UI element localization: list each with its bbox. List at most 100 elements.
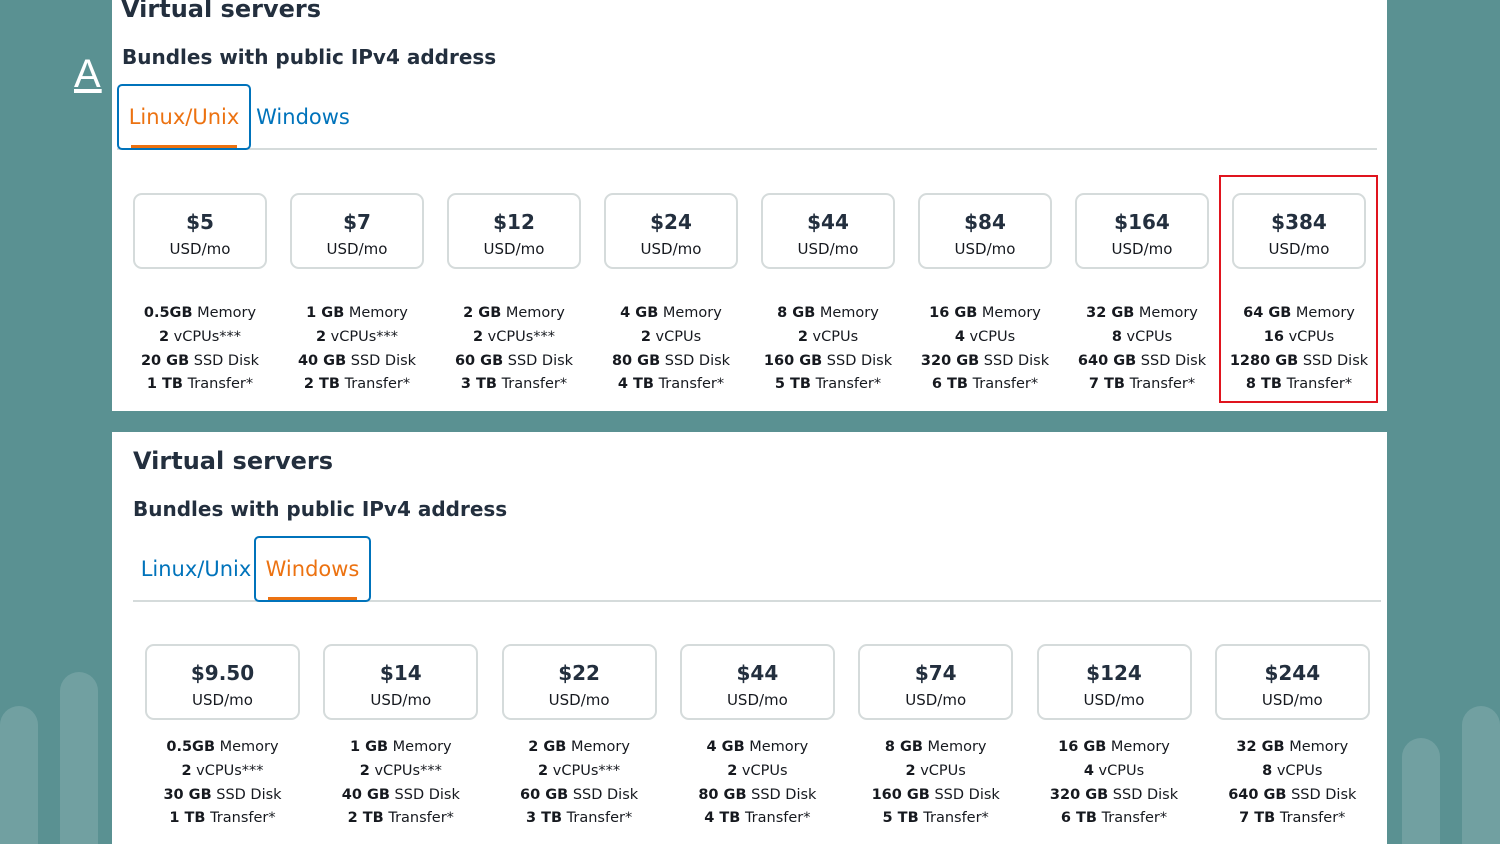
plan-price-card[interactable]: $244 USD/mo (1214, 644, 1370, 720)
plan-specs: 8 GB Memory 2 vCPUs 160 GB SSD Disk 5 TB Tr… (846, 736, 1025, 831)
plan-vcpus: 4 vCPUs (906, 326, 1064, 350)
plan-memory: 4 GB Memory (668, 736, 847, 760)
plan-price-unit: USD/mo (548, 691, 610, 709)
plan-transfer: 3 TB Transfer* (435, 373, 593, 397)
plan-disk: 60 GB SSD Disk (435, 350, 593, 374)
plan-price-card[interactable]: $5 USD/mo (133, 193, 267, 269)
os-tabs: Linux/Unix Windows (117, 84, 1377, 150)
plan-memory: 0.5GB Memory (121, 302, 279, 326)
tab-windows[interactable]: Windows (254, 536, 371, 602)
plan-price-card[interactable]: $164 USD/mo (1075, 193, 1209, 269)
plan-transfer-label: Transfer* (744, 810, 811, 827)
plan-disk-label: SSD Disk (934, 786, 1000, 803)
plan-disk-value: 80 GB (698, 786, 747, 803)
plan-price-card[interactable]: $12 USD/mo (447, 193, 581, 269)
plan-vcpus-value: 2 (181, 762, 192, 779)
plan-price-unit: USD/mo (1261, 691, 1323, 709)
plan-vcpus-label: vCPUs (920, 762, 966, 779)
plan-price-card[interactable]: $14 USD/mo (323, 644, 479, 720)
plan-disk: 40 GB SSD Disk (311, 784, 490, 808)
plan-transfer-value: 1 TB (169, 810, 206, 827)
plan-specs: 0.5GB Memory 2 vCPUs*** 20 GB SSD Disk 1 TB… (121, 302, 279, 397)
plan-memory: 2 GB Memory (435, 302, 593, 326)
plan-disk-label: SSD Disk (507, 352, 574, 369)
plan-memory-label: Memory (505, 305, 565, 321)
plan-transfer-value: 3 TB (525, 810, 563, 827)
plan-memory: 1 GB Memory (278, 302, 436, 326)
plan-memory: 32 GB Memory (1203, 736, 1382, 760)
tab-linux-unix[interactable]: Linux/Unix (138, 536, 254, 602)
plan-specs: 16 GB Memory 4 vCPUs 320 GB SSD Disk 6 TB T… (1025, 736, 1204, 831)
plan-disk: 30 GB SSD Disk (133, 784, 312, 808)
plan-disk-label: SSD Disk (1140, 352, 1207, 369)
plan-price-unit: USD/mo (726, 691, 788, 709)
plan-transfer: 1 TB Transfer* (133, 807, 312, 831)
plan-transfer-value: 4 TB (617, 376, 654, 393)
plan-price: $124 (1086, 661, 1142, 685)
highlight-box (1219, 175, 1378, 403)
plan-memory-label: Memory (749, 739, 809, 755)
plan-disk-value: 60 GB (454, 352, 504, 369)
plan-price-card[interactable]: $124 USD/mo (1036, 644, 1192, 720)
plan-disk: 80 GB SSD Disk (592, 350, 750, 374)
plan-price-card[interactable]: $24 USD/mo (604, 193, 738, 269)
tab-linux-unix[interactable]: Linux/Unix (117, 84, 251, 150)
plan-disk-value: 40 GB (297, 352, 347, 369)
plan-vcpus-value: 2 (472, 328, 484, 345)
plan-vcpus-label: vCPUs*** (487, 328, 556, 345)
plan-memory-value: 8 GB (777, 305, 816, 321)
plan-price-card[interactable]: $7 USD/mo (290, 193, 424, 269)
plan-price-card[interactable]: $84 USD/mo (918, 193, 1052, 269)
plan-memory-label: Memory (1138, 305, 1198, 321)
plan-memory-label: Memory (662, 305, 722, 321)
plan-disk: 320 GB SSD Disk (906, 350, 1064, 374)
plan-memory: 32 GB Memory (1063, 302, 1221, 326)
plan-vcpus-value: 4 (954, 328, 965, 345)
plan-memory-value: 32 GB (1236, 739, 1285, 755)
plan-memory-value: 32 GB (1086, 305, 1135, 321)
plan-vcpus-label: vCPUs*** (330, 328, 399, 345)
plan-memory: 16 GB Memory (1025, 736, 1204, 760)
plan-transfer-label: Transfer* (566, 810, 633, 827)
plan-specs: 2 GB Memory 2 vCPUs*** 60 GB SSD Disk 3 TB … (490, 736, 669, 831)
plan-price: $44 (807, 210, 849, 234)
plan-disk: 80 GB SSD Disk (668, 784, 847, 808)
plan-memory-value: 16 GB (1058, 739, 1107, 755)
plan-vcpus-label: vCPUs (812, 328, 859, 345)
plan-transfer: 7 TB Transfer* (1203, 807, 1382, 831)
plan-vcpus-value: 2 (797, 328, 808, 345)
plan-memory-label: Memory (392, 739, 452, 755)
plan-memory-label: Memory (570, 739, 630, 755)
plan-specs: 32 GB Memory 8 vCPUs 640 GB SSD Disk 7 TB T… (1203, 736, 1382, 831)
plan-vcpus: 2 vCPUs (749, 326, 907, 350)
tab-windows[interactable]: Windows (253, 84, 353, 150)
plan-transfer: 1 TB Transfer* (121, 373, 279, 397)
plan-transfer-value: 5 TB (774, 376, 811, 393)
plan-vcpus-value: 2 (727, 762, 738, 779)
plan-disk-label: SSD Disk (394, 786, 460, 803)
plan-memory-label: Memory (219, 739, 279, 755)
plan-disk: 40 GB SSD Disk (278, 350, 436, 374)
plan-price: $74 (914, 661, 957, 685)
plan-transfer: 6 TB Transfer* (1025, 807, 1204, 831)
plan-memory-label: Memory (348, 305, 408, 321)
plan-price-card[interactable]: $74 USD/mo (858, 644, 1014, 720)
plan-disk-label: SSD Disk (983, 352, 1050, 369)
plan-disk-value: 160 GB (763, 352, 823, 369)
plan-price-unit: USD/mo (192, 691, 253, 709)
plan-vcpus-value: 2 (158, 328, 170, 345)
plan-disk-value: 320 GB (1049, 786, 1109, 803)
plan-price-card[interactable]: $9.50 USD/mo (145, 644, 300, 720)
plan-price-card[interactable]: $44 USD/mo (679, 644, 835, 720)
plan-vcpus-value: 2 (538, 762, 549, 779)
plan-memory-label: Memory (981, 305, 1041, 321)
plan-specs: 8 GB Memory 2 vCPUs 160 GB SSD Disk 5 TB Tr… (749, 302, 907, 397)
plan-memory-value: 2 GB (528, 739, 567, 755)
plan-transfer-value: 4 TB (704, 810, 741, 827)
plan-price-card[interactable]: $22 USD/mo (501, 644, 657, 720)
plan-price-card[interactable]: $44 USD/mo (761, 193, 895, 269)
plan-price-unit: USD/mo (370, 691, 432, 709)
plan-disk-label: SSD Disk (664, 352, 731, 369)
plan-transfer-value: 6 TB (931, 376, 968, 393)
plan-memory-value: 4 GB (706, 739, 745, 755)
